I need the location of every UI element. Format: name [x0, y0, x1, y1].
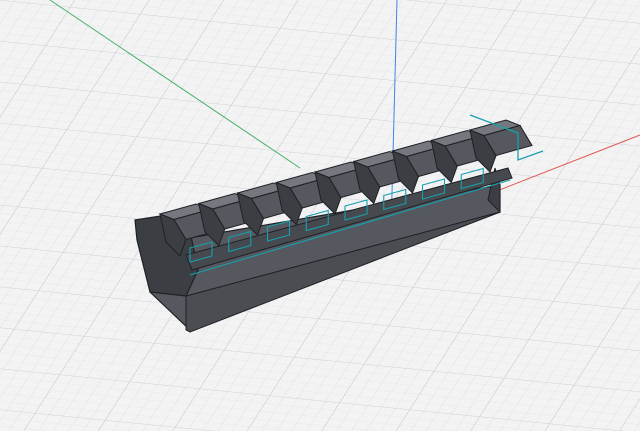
viewport-canvas[interactable] — [0, 0, 640, 431]
3d-viewport[interactable] — [0, 0, 640, 431]
